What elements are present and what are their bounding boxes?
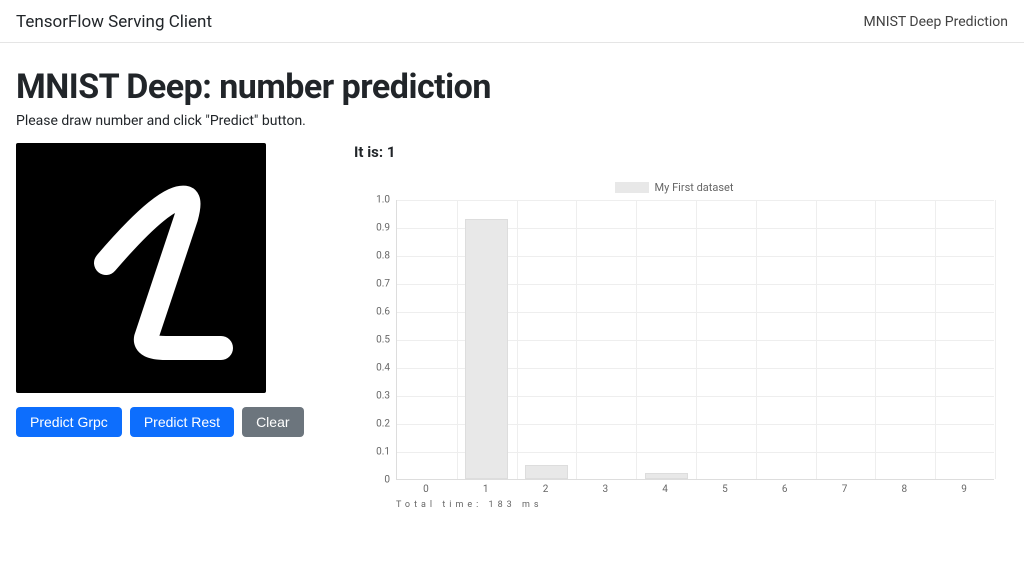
x-tick-label: 2 <box>543 484 549 495</box>
page-title: MNIST Deep: number prediction <box>16 67 1008 107</box>
y-tick-label: 1.0 <box>376 195 390 206</box>
chart: My First dataset 0 0.1 0.2 0.3 0.4 0.5 0.6 0.7 0… <box>354 181 994 510</box>
navbar-link-mnist[interactable]: MNIST Deep Prediction <box>864 14 1008 30</box>
x-tick-label: 5 <box>722 484 728 495</box>
y-tick-label: 0.9 <box>376 223 390 234</box>
main-content: MNIST Deep: number prediction Please dra… <box>0 43 1024 510</box>
y-tick-label: 0.1 <box>376 447 390 458</box>
x-tick-label: 3 <box>602 484 608 495</box>
chart-body: 00.10.20.30.40.50.60.70.80.91.0 <box>354 200 994 480</box>
gridline-v <box>935 200 936 479</box>
x-tick-label: 6 <box>782 484 788 495</box>
bar <box>465 219 508 479</box>
y-axis: 00.10.20.30.40.50.60.70.80.91.0 <box>354 200 396 480</box>
y-tick-label: 0.7 <box>376 279 390 290</box>
prediction-result: It is: 1 <box>354 143 1008 161</box>
predict-rest-button[interactable]: Predict Rest <box>130 407 234 437</box>
drawn-digit-icon <box>16 143 266 393</box>
instructions: Please draw number and click "Predict" b… <box>16 113 1008 129</box>
y-tick-label: 0.6 <box>376 307 390 318</box>
chart-legend: My First dataset <box>354 181 994 194</box>
y-tick-label: 0.4 <box>376 363 390 374</box>
predict-grpc-button[interactable]: Predict Grpc <box>16 407 122 437</box>
result-prefix: It is: <box>354 143 387 161</box>
clear-button[interactable]: Clear <box>242 407 303 437</box>
legend-swatch-icon <box>615 182 649 193</box>
columns: Predict Grpc Predict Rest Clear It is: 1… <box>16 143 1008 510</box>
x-tick-label: 0 <box>423 484 429 495</box>
drawing-canvas[interactable] <box>16 143 266 393</box>
button-row: Predict Grpc Predict Rest Clear <box>16 407 306 437</box>
x-axis: 0 1 2 3 4 5 6 7 8 9 <box>396 480 994 498</box>
gridline-v <box>995 200 996 479</box>
x-tick-label: 7 <box>842 484 848 495</box>
gridline-v <box>756 200 757 479</box>
x-tick-label: 9 <box>961 484 967 495</box>
gridline-v <box>816 200 817 479</box>
x-tick-label: 4 <box>662 484 668 495</box>
left-column: Predict Grpc Predict Rest Clear <box>16 143 306 437</box>
plot-area <box>396 200 994 480</box>
gridline-v <box>517 200 518 479</box>
result-value: 1 <box>387 143 396 161</box>
legend-label: My First dataset <box>655 181 734 194</box>
gridline-v <box>636 200 637 479</box>
gridline-v <box>696 200 697 479</box>
gridline-v <box>576 200 577 479</box>
y-tick-label: 0.2 <box>376 419 390 430</box>
gridline-v <box>875 200 876 479</box>
bar <box>645 473 688 479</box>
y-tick-label: 0.8 <box>376 251 390 262</box>
right-column: It is: 1 My First dataset 0 0.1 0.2 0.3 0.4 0… <box>306 143 1008 510</box>
bar <box>525 465 568 479</box>
y-tick-label: 0 <box>384 475 390 486</box>
gridline-v <box>457 200 458 479</box>
x-tick-label: 8 <box>901 484 907 495</box>
x-tick-label: 1 <box>483 484 489 495</box>
navbar: TensorFlow Serving Client MNIST Deep Pre… <box>0 0 1024 43</box>
y-tick-label: 0.5 <box>376 335 390 346</box>
navbar-brand[interactable]: TensorFlow Serving Client <box>16 12 212 32</box>
timing-footnote: Total time: 183 ms <box>396 500 994 510</box>
y-tick-label: 0.3 <box>376 391 390 402</box>
